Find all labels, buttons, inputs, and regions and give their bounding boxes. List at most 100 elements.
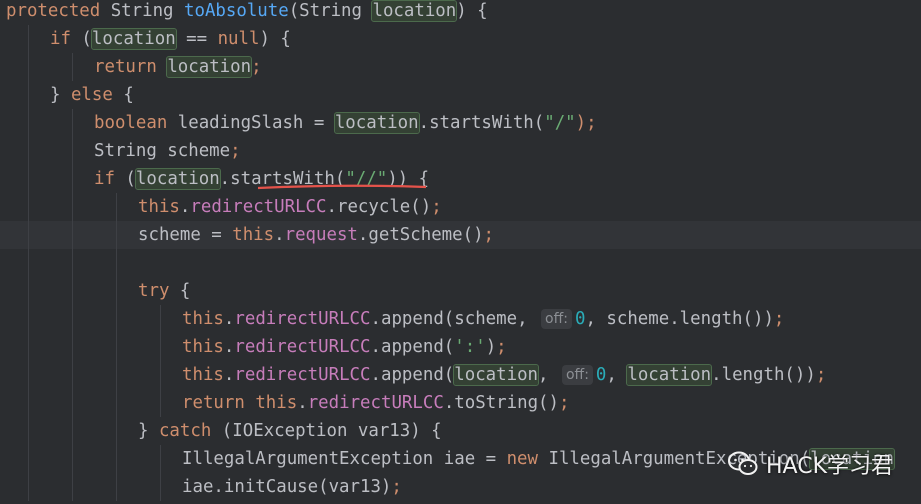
code-text: this.redirectURLCC.append(location, off:…	[182, 361, 826, 389]
code-text: this.redirectURLCC.append(':');	[182, 333, 507, 361]
code-token: location	[134, 168, 221, 190]
indent-guide	[116, 221, 117, 249]
indent-guide	[160, 361, 161, 389]
indent-guide	[28, 165, 29, 193]
code-token: (	[70, 29, 92, 49]
code-token: toAbsolute	[184, 1, 289, 21]
code-token: IllegalArgumentException iae =	[182, 449, 507, 469]
indent-guide	[72, 249, 73, 277]
code-token: iae.initCause(var13)	[182, 477, 392, 497]
code-token: .startsWith(	[418, 113, 545, 133]
code-text: boolean leadingSlash = location.startsWi…	[94, 109, 597, 137]
indent-guide	[72, 165, 73, 193]
indent-guide	[160, 305, 161, 333]
code-token: return	[182, 393, 245, 413]
code-token: protected	[6, 1, 101, 21]
indent-guide	[28, 193, 29, 221]
code-token: this	[255, 393, 298, 413]
code-text: String scheme;	[94, 137, 241, 165]
indent-guide	[28, 473, 29, 501]
code-token: (String	[288, 1, 373, 21]
code-token: redirectURLCC	[307, 393, 444, 413]
code-line[interactable]: this.redirectURLCC.append(':');	[0, 333, 921, 361]
code-line-current[interactable]: scheme = this.request.getScheme();	[0, 221, 921, 249]
code-line[interactable]: protected String toAbsolute(String locat…	[0, 0, 921, 25]
code-editor[interactable]: protected String toAbsolute(String locat…	[0, 0, 921, 504]
indent-guide	[28, 389, 29, 417]
code-line[interactable]: boolean leadingSlash = location.startsWi…	[0, 109, 921, 137]
code-token: ) {	[259, 29, 291, 49]
indent-guide	[116, 417, 117, 445]
code-line[interactable]: this.redirectURLCC.append(location, off:…	[0, 361, 921, 389]
code-token: null	[217, 29, 260, 49]
code-token: catch	[158, 421, 212, 441]
indent-guide	[116, 445, 117, 473]
code-token: {	[112, 85, 134, 105]
code-token: .recycle()	[326, 197, 432, 217]
code-line[interactable]	[0, 249, 921, 277]
code-token: .length())	[711, 365, 816, 385]
code-line[interactable]: String scheme;	[0, 137, 921, 165]
code-token: .append(	[370, 337, 455, 357]
code-line[interactable]: return this.redirectURLCC.toString();	[0, 389, 921, 417]
code-token: this	[138, 197, 180, 217]
code-line[interactable]: return location;	[0, 53, 921, 81]
code-token: location	[333, 112, 420, 134]
code-token: ;	[391, 477, 402, 497]
indent-guide	[28, 53, 29, 81]
code-line[interactable]: this.redirectURLCC.append(scheme, off: 0,…	[0, 305, 921, 333]
code-text: return location;	[94, 53, 262, 81]
code-line[interactable]: } else {	[0, 81, 921, 109]
code-token: new	[506, 449, 538, 469]
parameter-hint: off:	[561, 365, 593, 385]
indent-guide	[28, 417, 29, 445]
indent-guide	[28, 361, 29, 389]
code-token: return	[94, 57, 157, 77]
indent-guide	[160, 389, 161, 417]
code-token: location	[371, 0, 458, 22]
code-text: iae.initCause(var13);	[182, 473, 402, 501]
code-token: redirectURLCC	[234, 337, 371, 357]
code-token: if	[94, 169, 115, 189]
parameter-hint: off:	[541, 309, 572, 329]
code-token: if	[50, 29, 71, 49]
code-token: ,	[538, 365, 559, 385]
code-token: .	[274, 225, 285, 245]
code-line[interactable]: try {	[0, 277, 921, 305]
indent-guide	[160, 333, 161, 361]
indent-guide	[72, 473, 73, 501]
code-token: ;	[230, 141, 241, 161]
indent-guide	[28, 445, 29, 473]
code-text: try {	[138, 277, 190, 305]
indent-guide	[28, 81, 29, 109]
indent-guide	[116, 277, 117, 305]
code-token: request	[284, 225, 358, 245]
code-token: ;	[815, 365, 827, 385]
code-token: , scheme.length())	[585, 309, 774, 329]
code-line[interactable]: if (location == null) {	[0, 25, 921, 53]
indent-guide	[116, 193, 117, 221]
code-line[interactable]: this.redirectURLCC.recycle();	[0, 193, 921, 221]
code-token: location	[166, 56, 253, 78]
code-token: ;	[251, 57, 262, 77]
code-line[interactable]: if (location.startsWith("//")) {	[0, 165, 921, 193]
wechat-icon	[728, 451, 758, 475]
code-token: }	[138, 421, 159, 441]
code-token: (IOException var13) {	[211, 421, 442, 441]
code-token: location	[453, 364, 540, 386]
indent-guide	[28, 221, 29, 249]
indent-guide	[72, 389, 73, 417]
indent-guide	[72, 277, 73, 305]
code-token: .toString()	[443, 393, 559, 413]
code-line[interactable]: } catch (IOException var13) {	[0, 417, 921, 445]
code-token: scheme =	[138, 225, 233, 245]
code-token: ;	[483, 225, 495, 245]
code-token: .getScheme()	[357, 225, 484, 245]
code-token: .	[223, 365, 235, 385]
code-token: redirectURLCC	[234, 309, 371, 329]
watermark: HACK学习君	[728, 448, 893, 480]
code-token: (	[114, 169, 136, 189]
code-token: ;	[496, 337, 507, 357]
code-token: ':'	[454, 337, 486, 357]
